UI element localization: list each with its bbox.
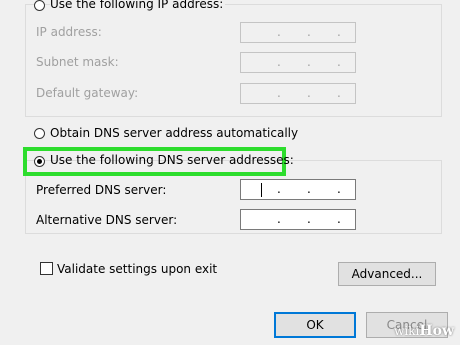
alternative-dns-label: Alternative DNS server:	[36, 213, 178, 227]
validate-settings-label: Validate settings upon exit	[57, 262, 218, 276]
ip-address-label: IP address:	[36, 25, 102, 39]
text-cursor	[261, 183, 262, 197]
alternative-dns-field[interactable]: ...	[240, 209, 356, 230]
preferred-dns-field[interactable]: ...	[240, 179, 356, 200]
obtain-dns-auto-radio[interactable]	[34, 128, 45, 139]
preferred-dns-label: Preferred DNS server:	[36, 183, 167, 197]
default-gateway-label: Default gateway:	[36, 86, 139, 100]
subnet-mask-label: Subnet mask:	[36, 55, 119, 69]
obtain-dns-auto-label: Obtain DNS server address automatically	[50, 126, 299, 140]
default-gateway-field[interactable]: ...	[240, 83, 356, 104]
use-following-ip-label: Use the following IP address:	[50, 0, 226, 11]
advanced-button[interactable]: Advanced...	[338, 262, 436, 286]
subnet-mask-field[interactable]: ...	[240, 52, 356, 73]
watermark-part2: How	[419, 323, 454, 339]
validate-settings-checkbox[interactable]	[40, 262, 53, 275]
use-following-dns-label: Use the following DNS server addresses:	[50, 153, 294, 167]
ok-button[interactable]: OK	[274, 312, 356, 338]
wikihow-watermark: wikiHow	[394, 323, 454, 339]
use-following-dns-radio[interactable]	[34, 156, 45, 167]
ip-address-field[interactable]: ...	[240, 22, 356, 43]
watermark-part1: wiki	[394, 324, 420, 338]
use-following-ip-radio[interactable]	[34, 0, 45, 11]
